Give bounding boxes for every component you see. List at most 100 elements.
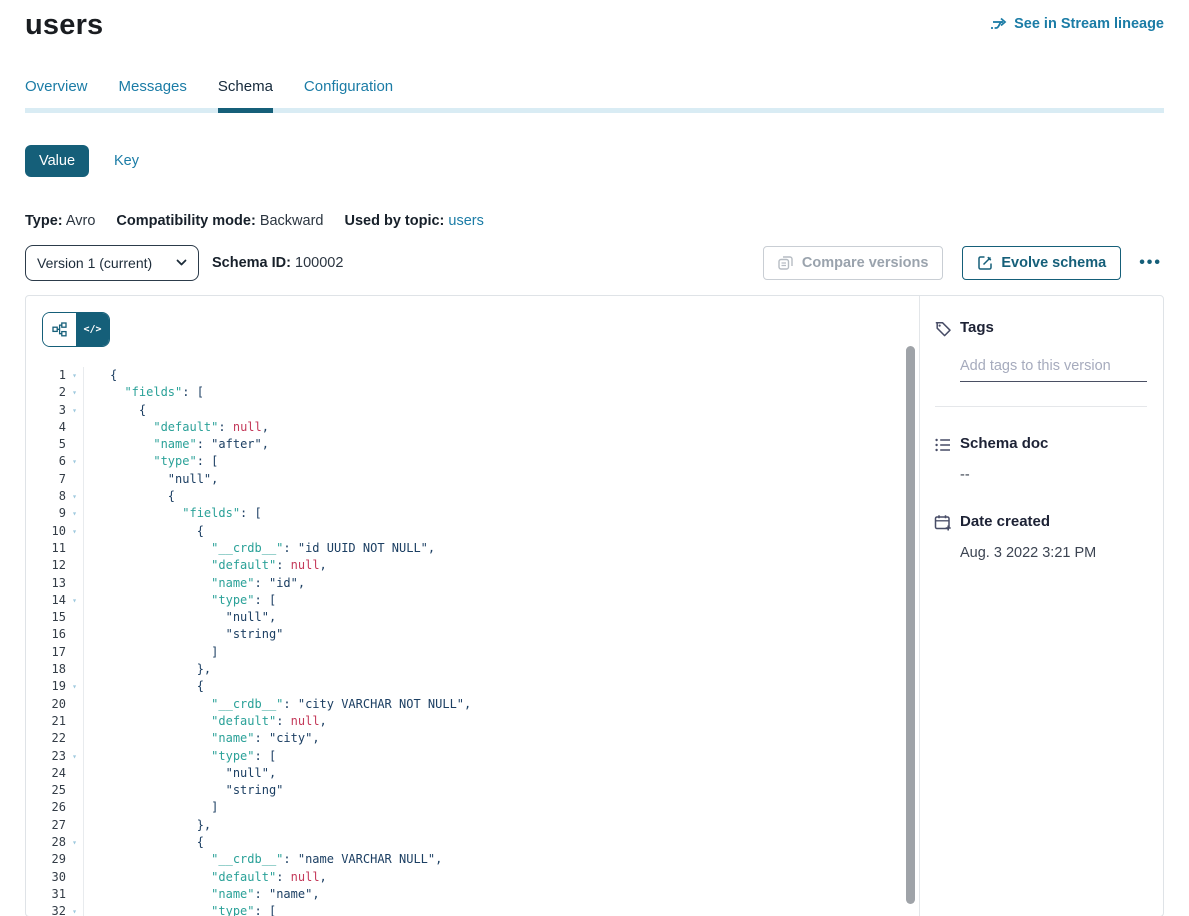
line-number: 16: [26, 626, 66, 643]
fold-spacer: [66, 436, 83, 453]
code-text: {: [83, 834, 905, 851]
line-number: 17: [26, 644, 66, 661]
edit-icon: [977, 255, 993, 271]
key-button[interactable]: Key: [114, 153, 139, 169]
schema-meta: Type: Avro Compatibility mode: Backward …: [25, 213, 1164, 229]
code-line: 13 "name": "id",: [26, 575, 905, 592]
type-label: Type:: [25, 213, 63, 229]
line-number: 29: [26, 851, 66, 868]
schema-doc-value: --: [960, 467, 1147, 483]
code-line: 7 "null",: [26, 471, 905, 488]
fold-toggle-icon[interactable]: ▾: [66, 488, 83, 505]
code-text: {: [83, 367, 905, 384]
fold-spacer: [66, 817, 83, 834]
stream-lineage-link[interactable]: See in Stream lineage: [990, 16, 1164, 32]
add-tags-input[interactable]: [960, 355, 1147, 382]
code-text: ]: [83, 644, 905, 661]
code-line: 32▾ "type": [: [26, 903, 905, 916]
tags-section: Tags: [920, 319, 1163, 382]
line-number: 18: [26, 661, 66, 678]
code-text: "type": [: [83, 592, 905, 609]
schema-doc-section: Schema doc --: [920, 435, 1163, 483]
code-line: 27 },: [26, 817, 905, 834]
fold-spacer: [66, 471, 83, 488]
code-text: {: [83, 678, 905, 695]
fold-toggle-icon[interactable]: ▾: [66, 678, 83, 695]
code-text: "type": [: [83, 903, 905, 916]
fold-toggle-icon[interactable]: ▾: [66, 402, 83, 419]
tree-view-button[interactable]: [43, 313, 76, 346]
code-line: 30 "default": null,: [26, 869, 905, 886]
fold-spacer: [66, 851, 83, 868]
fold-toggle-icon[interactable]: ▾: [66, 834, 83, 851]
line-number: 20: [26, 696, 66, 713]
code-text: "__crdb__": "name VARCHAR NULL",: [83, 851, 905, 868]
code-line: 17 ]: [26, 644, 905, 661]
code-text: "fields": [: [83, 384, 905, 401]
schema-sidebar: Tags Schema doc --: [919, 296, 1163, 916]
topic-link[interactable]: users: [448, 213, 483, 229]
code-view-button[interactable]: </>: [76, 313, 109, 346]
compatibility-field: Compatibility mode: Backward: [116, 213, 323, 229]
code-line: 28▾ {: [26, 834, 905, 851]
code-line: 8▾ {: [26, 488, 905, 505]
fold-toggle-icon[interactable]: ▾: [66, 903, 83, 916]
line-number: 22: [26, 730, 66, 747]
line-number: 21: [26, 713, 66, 730]
code-line: 1▾{: [26, 367, 905, 384]
scrollbar-thumb[interactable]: [906, 346, 915, 904]
code-line: 25 "string": [26, 782, 905, 799]
page-title: users: [25, 9, 103, 42]
code-text: "string": [83, 626, 905, 643]
fold-toggle-icon[interactable]: ▾: [66, 523, 83, 540]
line-number: 4: [26, 419, 66, 436]
tab-overview[interactable]: Overview: [25, 78, 88, 113]
line-number: 25: [26, 782, 66, 799]
schema-json-editor[interactable]: 1▾{2▾ "fields": [3▾ {4 "default": null,5…: [26, 367, 905, 916]
tag-icon: [934, 320, 952, 343]
version-select-wrap: Version 1 (current): [25, 245, 199, 281]
value-button[interactable]: Value: [25, 145, 89, 177]
fold-toggle-icon[interactable]: ▾: [66, 748, 83, 765]
compare-versions-button[interactable]: Compare versions: [763, 246, 944, 280]
code-text: {: [83, 488, 905, 505]
code-text: {: [83, 402, 905, 419]
stream-lineage-label: See in Stream lineage: [1014, 16, 1164, 32]
code-line: 9▾ "fields": [: [26, 505, 905, 522]
fold-spacer: [66, 782, 83, 799]
more-options-button[interactable]: •••: [1137, 251, 1164, 275]
line-number: 7: [26, 471, 66, 488]
line-number: 9: [26, 505, 66, 522]
fold-toggle-icon[interactable]: ▾: [66, 384, 83, 401]
code-line: 2▾ "fields": [: [26, 384, 905, 401]
tags-title: Tags: [960, 319, 1147, 336]
fold-toggle-icon[interactable]: ▾: [66, 505, 83, 522]
code-line: 26 ]: [26, 799, 905, 816]
code-line: 20 "__crdb__": "city VARCHAR NOT NULL",: [26, 696, 905, 713]
fold-toggle-icon[interactable]: ▾: [66, 367, 83, 384]
tab-messages[interactable]: Messages: [119, 78, 187, 113]
fold-spacer: [66, 419, 83, 436]
code-line: 3▾ {: [26, 402, 905, 419]
page-header: users See in Stream lineage: [25, 0, 1164, 42]
schema-actions: Compare versions Evolve schema •••: [763, 246, 1164, 280]
line-number: 15: [26, 609, 66, 626]
version-select[interactable]: Version 1 (current): [25, 245, 199, 281]
code-line: 16 "string": [26, 626, 905, 643]
line-number: 2: [26, 384, 66, 401]
fold-spacer: [66, 661, 83, 678]
schema-id-field: Schema ID: 100002: [212, 255, 343, 271]
code-text: "name": "name",: [83, 886, 905, 903]
fold-spacer: [66, 540, 83, 557]
tab-schema[interactable]: Schema: [218, 78, 273, 113]
evolve-schema-button[interactable]: Evolve schema: [962, 246, 1121, 280]
fold-toggle-icon[interactable]: ▾: [66, 592, 83, 609]
code-line: 10▾ {: [26, 523, 905, 540]
tab-configuration[interactable]: Configuration: [304, 78, 393, 113]
tree-view-icon: [52, 322, 67, 337]
line-number: 24: [26, 765, 66, 782]
fold-toggle-icon[interactable]: ▾: [66, 453, 83, 470]
code-line: 15 "null",: [26, 609, 905, 626]
line-number: 27: [26, 817, 66, 834]
code-line: 31 "name": "name",: [26, 886, 905, 903]
